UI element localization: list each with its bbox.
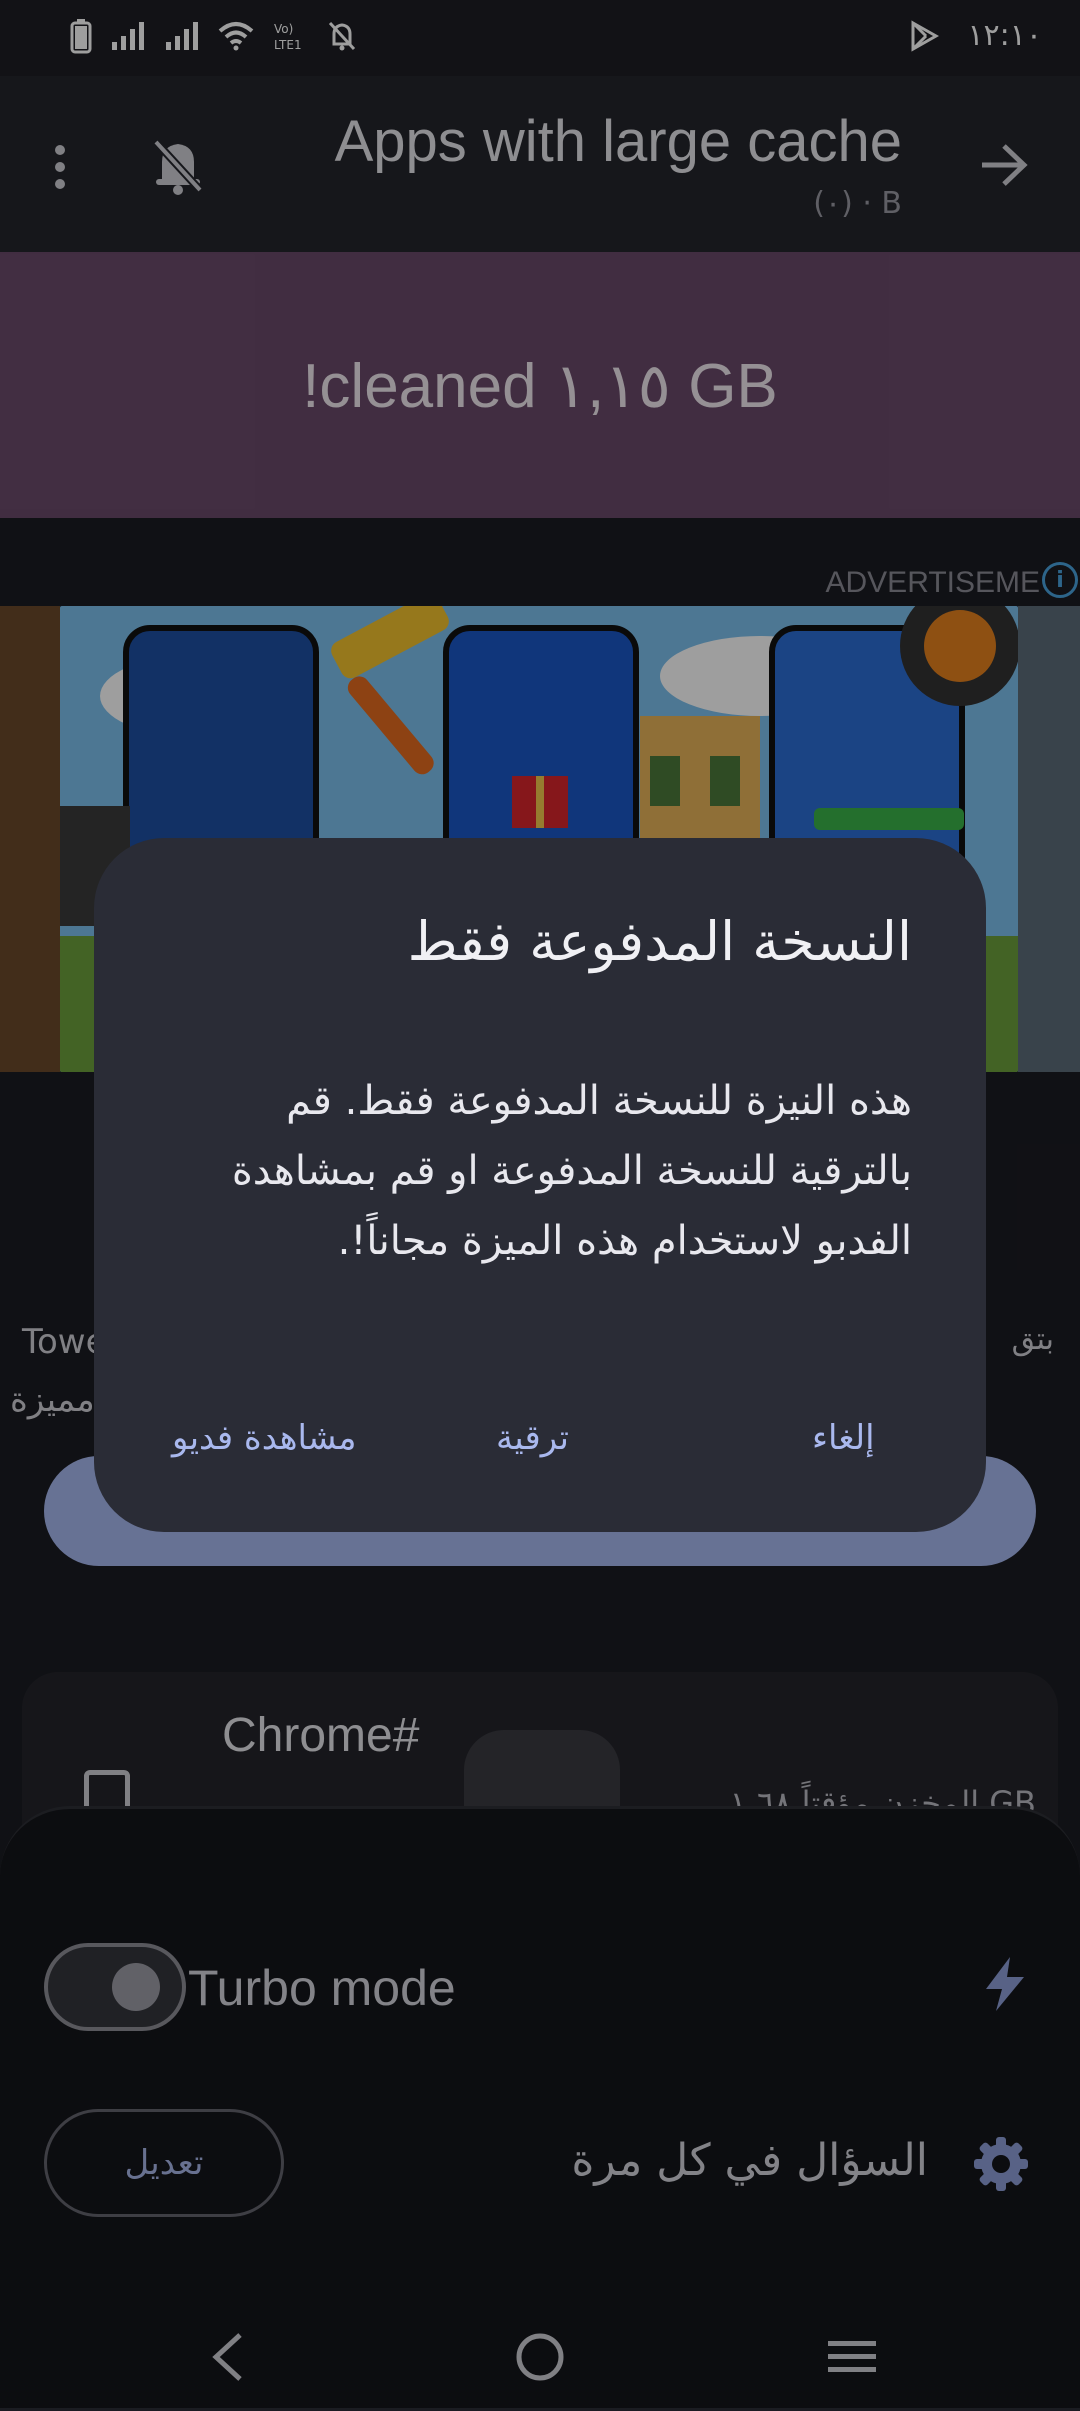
- dialog-message: هذه النيزة للنسخة المدفوعة فقط. قم بالتر…: [231, 1078, 912, 1264]
- dialog-title: النسخة المدفوعة فقط: [407, 910, 912, 973]
- cancel-button[interactable]: إلغاء: [812, 1418, 875, 1458]
- upgrade-button[interactable]: ترقية: [496, 1418, 569, 1458]
- watch-video-button[interactable]: مشاهدة فديو: [172, 1418, 356, 1458]
- paid-only-dialog: النسخة المدفوعة فقط هذه النيزة للنسخة ال…: [94, 838, 986, 1532]
